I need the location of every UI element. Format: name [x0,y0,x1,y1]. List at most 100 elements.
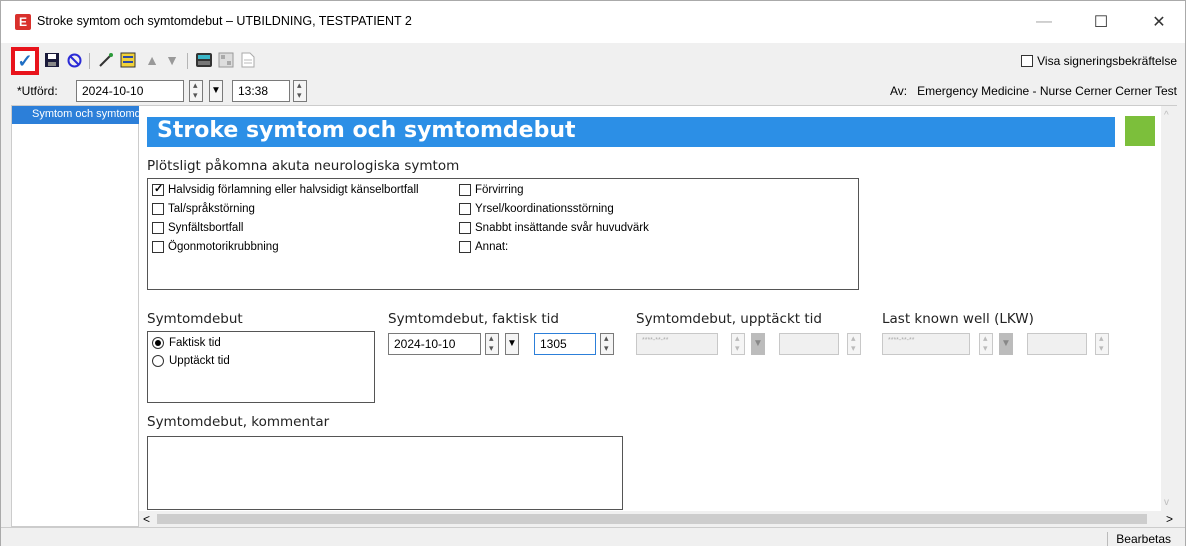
symptom-label: Synfältsbortfall [168,222,244,234]
symptom-option[interactable]: Tal/språkstörning [152,203,255,215]
scroll-right-icon[interactable]: > [1166,512,1173,526]
maximize-button[interactable]: ☐ [1078,7,1124,37]
toolbar-separator [187,53,188,69]
onset-actual-title: Symtomdebut, faktisk tid [388,311,559,327]
symptom-label: Tal/språkstörning [168,203,255,215]
arrow-down-icon[interactable]: ▼ [163,51,181,69]
document-icon[interactable] [239,51,257,69]
comment-title: Symtomdebut, kommentar [147,414,330,430]
symptom-label: Halvsidig förlamning eller halvsidigt kä… [168,184,419,196]
checkbox-box[interactable] [1021,55,1034,67]
status-text: Bearbetas [1107,532,1171,546]
symptoms-title: Plötsligt påkomna akuta neurologiska sym… [147,158,460,174]
lkw-date-spinner[interactable] [979,333,993,355]
window-title: Stroke symtom och symtomdebut – UTBILDNI… [37,14,412,28]
symptom-checkbox[interactable] [152,182,164,196]
symptom-checkbox[interactable] [152,241,164,253]
scroll-left-icon[interactable]: < [143,512,150,526]
onset-box: Faktisk tid Upptäckt tid [147,331,375,403]
symptom-label: Annat: [475,241,509,253]
symptom-checkbox[interactable] [459,203,471,215]
scroll-up-icon[interactable]: ^ [1164,110,1169,121]
form-icon[interactable] [119,51,137,69]
symptom-label: Yrsel/koordinationsstörning [475,203,614,215]
status-indicator [1125,116,1155,146]
symptom-label: Förvirring [475,184,524,196]
performed-by-value: Emergency Medicine - Nurse Cerner Cerner… [917,84,1177,98]
symptom-checkbox[interactable] [459,184,471,196]
arrow-up-icon[interactable]: ▲ [143,51,161,69]
form-title: Stroke symtom och symtomdebut [147,117,1115,147]
nav-item-symtom[interactable]: Symtom och symtomdebut [12,106,139,124]
onset-discovered-title: Symtomdebut, upptäckt tid [636,311,822,327]
symptom-option[interactable]: Synfältsbortfall [152,222,243,234]
symptom-checkbox[interactable] [459,222,471,234]
onset-actual-time-spinner[interactable] [600,333,614,355]
onset-radio[interactable] [152,337,164,349]
lkw-date-field[interactable]: ****-**-** [882,333,970,355]
lkw-title: Last known well (LKW) [882,311,1034,327]
performed-time-field[interactable]: 13:38 [232,80,290,102]
symptom-option[interactable]: Yrsel/koordinationsstörning [459,203,614,215]
onset-option-actual[interactable]: Faktisk tid [152,337,221,349]
form-window: E Stroke symtom och symtomdebut – UTBILD… [0,0,1186,546]
scroll-thumb[interactable] [157,514,1147,524]
time-spinner[interactable] [293,80,307,102]
header-row: *Utförd: 2024-10-10 ▼ 13:38 Av: Emergenc… [1,77,1185,105]
checkmark-icon[interactable]: ✓ [11,47,39,75]
onset-actual-date-dropdown[interactable]: ▼ [505,333,519,355]
cancel-icon[interactable] [65,51,83,69]
performed-by-label: Av: [889,84,908,98]
onset-option-label: Faktisk tid [169,337,221,349]
show-signing-confirmation-checkbox[interactable]: Visa signeringsbekräftelse [1021,54,1177,68]
symptom-label: Ögonmotorikrubbning [168,241,279,253]
onset-discovered-time-spinner[interactable] [847,333,861,355]
vertical-scrollbar[interactable]: ^ v [1161,106,1177,512]
onset-discovered-date-spinner[interactable] [731,333,745,355]
symptom-option[interactable]: Förvirring [459,184,524,196]
status-bar: Bearbetas [1,527,1185,546]
date-dropdown-button[interactable]: ▼ [209,80,223,102]
scroll-down-icon[interactable]: v [1164,497,1169,508]
onset-title: Symtomdebut [147,311,243,327]
symptoms-box: Halvsidig förlamning eller halvsidigt kä… [147,178,859,290]
onset-discovered-date-field[interactable]: ****-**-** [636,333,718,355]
symptom-option[interactable]: Ögonmotorikrubbning [152,241,279,253]
wand-icon[interactable] [97,51,115,69]
onset-actual-date-spinner[interactable] [485,333,499,355]
onset-discovered-time-field[interactable] [779,333,839,355]
image-icon[interactable] [217,51,235,69]
onset-actual-time-field[interactable]: 1305 [534,333,596,355]
minimize-button[interactable]: — [1021,7,1067,37]
performed-by: Av: Emergency Medicine - Nurse Cerner Ce… [890,84,1177,98]
app-logo-icon: E [15,14,31,30]
lkw-time-spinner[interactable] [1095,333,1109,355]
toolbar-separator [89,53,90,69]
performed-date-field[interactable]: 2024-10-10 [76,80,184,102]
symptom-option[interactable]: Halvsidig förlamning eller halvsidigt kä… [152,182,419,196]
comment-textarea[interactable] [147,436,623,510]
lkw-date-dropdown[interactable]: ▼ [999,333,1013,355]
onset-radio[interactable] [152,355,164,367]
symptom-checkbox[interactable] [459,241,471,253]
performed-label: *Utförd: [17,84,58,98]
save-icon[interactable] [43,51,61,69]
symptom-option[interactable]: Annat: [459,241,508,253]
close-button[interactable]: ✕ [1136,7,1182,37]
lkw-time-field[interactable] [1027,333,1087,355]
symptom-option[interactable]: Snabbt insättande svår huvudvärk [459,222,649,234]
calculator-icon[interactable] [195,51,213,69]
onset-option-label: Upptäckt tid [169,355,230,367]
horizontal-scrollbar[interactable]: < > [139,511,1177,527]
show-signing-confirmation-label: Visa signeringsbekräftelse [1037,54,1177,68]
toolbar: ✓ ▲ ▼ Visa signeringsbekräftelse [1,43,1185,77]
form-pane: Stroke symtom och symtomdebut Plötsligt … [139,105,1177,512]
title-bar: E Stroke symtom och symtomdebut – UTBILD… [1,1,1185,43]
date-spinner[interactable] [189,80,203,102]
symptom-checkbox[interactable] [152,222,164,234]
symptom-label: Snabbt insättande svår huvudvärk [475,222,649,234]
symptom-checkbox[interactable] [152,203,164,215]
onset-actual-date-field[interactable]: 2024-10-10 [388,333,481,355]
onset-option-discovered[interactable]: Upptäckt tid [152,355,230,367]
onset-discovered-date-dropdown[interactable]: ▼ [751,333,765,355]
